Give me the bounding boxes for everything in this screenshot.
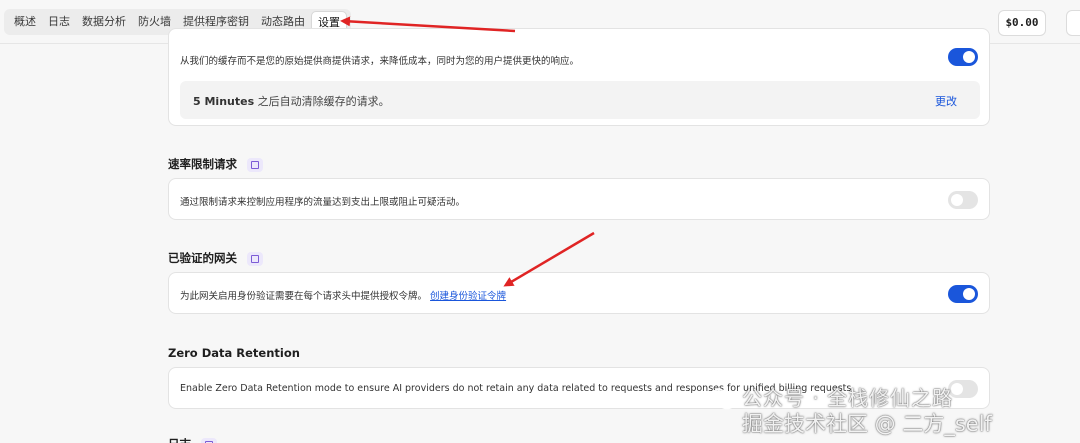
rate-limit-description: 通过限制请求来控制应用程序的流量达到支出上限或阻止可疑活动。 — [180, 197, 466, 208]
watermark-line-1: 公众号 · 全栈修仙之路 — [742, 386, 954, 410]
auth-gateway-title: 已验证的网关 — [168, 250, 263, 266]
toggle-knob — [963, 51, 975, 63]
auth-gateway-description-text: 为此网关启用身份验证需要在每个请求头中提供授权令牌。 — [180, 291, 428, 302]
watermark-line-2: 掘金技术社区 @ 二方_self — [742, 412, 992, 436]
auth-gateway-title-text: 已验证的网关 — [168, 251, 237, 265]
cache-toggle[interactable] — [948, 48, 978, 66]
account-button[interactable] — [1066, 10, 1080, 36]
tab-analytics[interactable]: 数据分析 — [76, 11, 132, 33]
cache-ttl-suffix: 之后自动清除缓存的请求。 — [254, 95, 390, 108]
change-ttl-link[interactable]: 更改 — [935, 93, 957, 109]
auth-gateway-description: 为此网关启用身份验证需要在每个请求头中提供授权令牌。 创建身份验证令牌 — [180, 288, 506, 302]
auth-gateway-card: 为此网关启用身份验证需要在每个请求头中提供授权令牌。 创建身份验证令牌 — [168, 272, 990, 314]
rate-limit-title-text: 速率限制请求 — [168, 157, 237, 171]
cache-ttl-value: 5 Minutes — [193, 95, 255, 108]
create-auth-token-link[interactable]: 创建身份验证令牌 — [430, 291, 506, 302]
wechat-icon — [708, 389, 736, 410]
watermark: 公众号 · 全栈修仙之路 掘金技术社区 @ 二方_self — [700, 372, 1080, 442]
rate-limit-toggle[interactable] — [948, 191, 978, 209]
auth-gateway-toggle[interactable] — [948, 285, 978, 303]
toggle-knob — [951, 194, 963, 206]
zdr-title-text: Zero Data Retention — [168, 346, 300, 360]
docs-icon[interactable] — [247, 157, 263, 172]
docs-icon[interactable] — [247, 251, 263, 266]
rate-limit-card: 通过限制请求来控制应用程序的流量达到支出上限或阻止可疑活动。 — [168, 178, 990, 220]
cache-description: 从我们的缓存而不是您的原始提供商提供请求，来降低成本，同时为您的用户提供更快的响… — [180, 56, 580, 67]
tab-overview[interactable]: 概述 — [8, 11, 42, 33]
zdr-title: Zero Data Retention — [168, 346, 300, 360]
cache-ttl-text: 5 Minutes 之后自动清除缓存的请求。 — [193, 93, 390, 109]
docs-icon[interactable] — [201, 437, 217, 443]
cache-ttl-box: 5 Minutes 之后自动清除缓存的请求。 更改 — [180, 81, 980, 119]
rate-limit-title: 速率限制请求 — [168, 156, 263, 172]
balance-button[interactable]: $0.00 — [998, 10, 1046, 36]
tab-logs[interactable]: 日志 — [42, 11, 76, 33]
next-section-title-text: 日志 — [168, 437, 191, 443]
toggle-knob — [963, 288, 975, 300]
cache-settings-card: 从我们的缓存而不是您的原始提供商提供请求，来降低成本，同时为您的用户提供更快的响… — [168, 28, 990, 126]
next-section-title: 日志 — [168, 436, 217, 443]
